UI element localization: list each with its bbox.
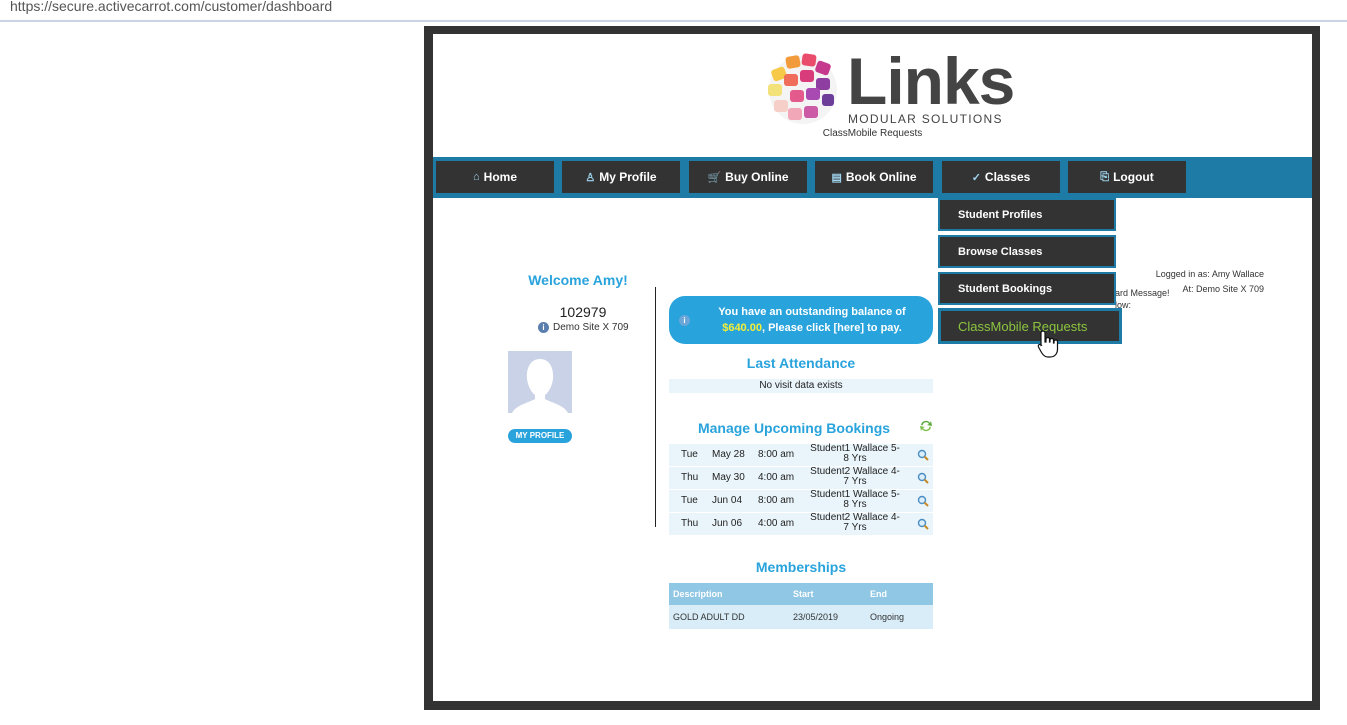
page-subtitle: ClassMobile Requests: [822, 128, 923, 139]
member-id: 102979: [559, 304, 607, 320]
booking-date: Jun 04: [712, 495, 743, 506]
nav-buy-online[interactable]: 🛒 Buy Online: [689, 161, 807, 193]
cart-icon: 🛒: [707, 171, 722, 184]
calendar-icon: ▤: [831, 171, 842, 184]
menu-student-profiles[interactable]: Student Profiles: [938, 198, 1116, 231]
nav-label: Classes: [984, 170, 1031, 184]
nav-book-online[interactable]: ▤ Book Online: [815, 161, 933, 193]
board-message-line: ard Message!: [1115, 288, 1170, 298]
balance-amount: $640.00: [722, 322, 762, 334]
memberships-title: Memberships: [755, 559, 847, 575]
table-header: Description Start End: [669, 583, 933, 605]
logo-subtitle: MODULAR SOLUTIONS: [848, 112, 1003, 126]
balance-text: You have an outstanding balance of: [718, 306, 906, 318]
table-row[interactable]: Thu May 30 4:00 am Student2 Wallace 4-7 …: [669, 467, 933, 490]
browser-address-bar[interactable]: https://secure.activecarrot.com/customer…: [0, 0, 1347, 22]
refresh-icon[interactable]: [919, 419, 933, 433]
hand-cursor-icon: [1037, 330, 1059, 358]
booking-day: Tue: [681, 449, 698, 460]
info-icon: i: [538, 322, 549, 333]
dashboard-page: Links MODULAR SOLUTIONS ClassMobile Requ…: [433, 34, 1312, 701]
booking-time: 4:00 am: [758, 518, 795, 529]
logged-in-as: Logged in as: Amy Wallace: [1155, 269, 1264, 279]
booking-student: Student2 Wallace 4-7 Yrs: [810, 512, 900, 533]
booking-student: Student2 Wallace 4-7 Yrs: [810, 466, 900, 487]
table-row[interactable]: Tue Jun 04 8:00 am Student1 Wallace 5-8 …: [669, 490, 933, 513]
booking-student: Student1 Wallace 5-8 Yrs: [810, 443, 900, 464]
nav-label: Home: [483, 170, 517, 184]
membership-description: GOLD ADULT DD: [673, 612, 745, 622]
menu-browse-classes[interactable]: Browse Classes: [938, 235, 1116, 268]
booking-date: May 28: [712, 449, 745, 460]
menu-label: Browse Classes: [958, 245, 1043, 258]
magnifier-icon[interactable]: [917, 449, 929, 461]
board-message: ard Message! low:: [1115, 287, 1170, 311]
upcoming-bookings-title: Manage Upcoming Bookings: [697, 420, 891, 436]
welcome-heading: Welcome Amy!: [528, 272, 628, 288]
membership-start: 23/05/2019: [793, 612, 839, 622]
menu-label: Student Bookings: [958, 282, 1053, 295]
col-start: Start: [793, 589, 814, 599]
magnifier-icon[interactable]: [917, 518, 929, 530]
booking-day: Thu: [681, 472, 699, 483]
member-site-label: Demo Site X 709: [553, 322, 629, 333]
nav-label: Logout: [1113, 170, 1154, 184]
main-nav: ⌂ Home ♙ My Profile 🛒 Buy Online ▤ Book …: [433, 157, 1312, 198]
my-profile-button[interactable]: MY PROFILE: [508, 429, 572, 443]
info-icon: i: [679, 315, 690, 326]
booking-time: 8:00 am: [758, 495, 795, 506]
booking-day: Tue: [681, 495, 698, 506]
logo-title: Links: [847, 44, 1015, 118]
avatar-placeholder-icon: [508, 351, 572, 413]
magnifier-icon[interactable]: [917, 472, 929, 484]
table-row[interactable]: Tue May 28 8:00 am Student1 Wallace 5-8 …: [669, 444, 933, 467]
nav-classes[interactable]: ✓ Classes: [942, 161, 1060, 193]
col-end: End: [870, 589, 887, 599]
menu-label: Student Profiles: [958, 208, 1043, 221]
booking-date: Jun 06: [712, 518, 743, 529]
column-divider: [655, 287, 656, 527]
booking-date: May 30: [712, 472, 745, 483]
nav-label: Book Online: [845, 170, 917, 184]
logged-in-site: At: Demo Site X 709: [1182, 284, 1264, 294]
table-row[interactable]: GOLD ADULT DD 23/05/2019 Ongoing: [669, 605, 933, 629]
membership-end: Ongoing: [870, 612, 905, 622]
logout-icon: ⎘: [1100, 170, 1110, 183]
booking-student: Student1 Wallace 5-8 Yrs: [810, 489, 900, 510]
no-visit-message: No visit data exists: [669, 379, 933, 393]
col-description: Description: [673, 589, 723, 599]
classes-icon: ✓: [971, 171, 981, 184]
balance-pay-link[interactable]: , Please click [here] to pay.: [762, 322, 902, 334]
menu-classmobile-requests[interactable]: ClassMobile Requests: [938, 308, 1122, 344]
url-text: https://secure.activecarrot.com/customer…: [10, 0, 333, 14]
table-row[interactable]: Thu Jun 06 4:00 am Student2 Wallace 4-7 …: [669, 513, 933, 536]
menu-label: ClassMobile Requests: [958, 318, 1088, 334]
nav-home[interactable]: ⌂ Home: [436, 161, 554, 193]
magnifier-icon[interactable]: [917, 495, 929, 507]
bookings-table: Tue May 28 8:00 am Student1 Wallace 5-8 …: [669, 444, 933, 536]
profile-icon: ♙: [585, 171, 596, 184]
memberships-table: Description Start End GOLD ADULT DD 23/0…: [669, 583, 933, 629]
balance-notice[interactable]: i You have an outstanding balance of $64…: [669, 296, 933, 344]
booking-day: Thu: [681, 518, 699, 529]
session-info: Logged in as: Amy Wallace At: Demo Site …: [1156, 267, 1264, 297]
booking-time: 4:00 am: [758, 472, 795, 483]
home-icon: ⌂: [473, 171, 480, 183]
board-message-line: low:: [1115, 300, 1132, 310]
last-attendance-title: Last Attendance: [746, 355, 856, 371]
member-site: i Demo Site X 709: [538, 322, 629, 333]
nav-label: My Profile: [599, 170, 657, 184]
nav-logout[interactable]: ⎘ Logout: [1068, 161, 1186, 193]
nav-label: Buy Online: [725, 170, 789, 184]
booking-time: 8:00 am: [758, 449, 795, 460]
menu-student-bookings[interactable]: Student Bookings: [938, 272, 1116, 305]
nav-my-profile[interactable]: ♙ My Profile: [562, 161, 680, 193]
